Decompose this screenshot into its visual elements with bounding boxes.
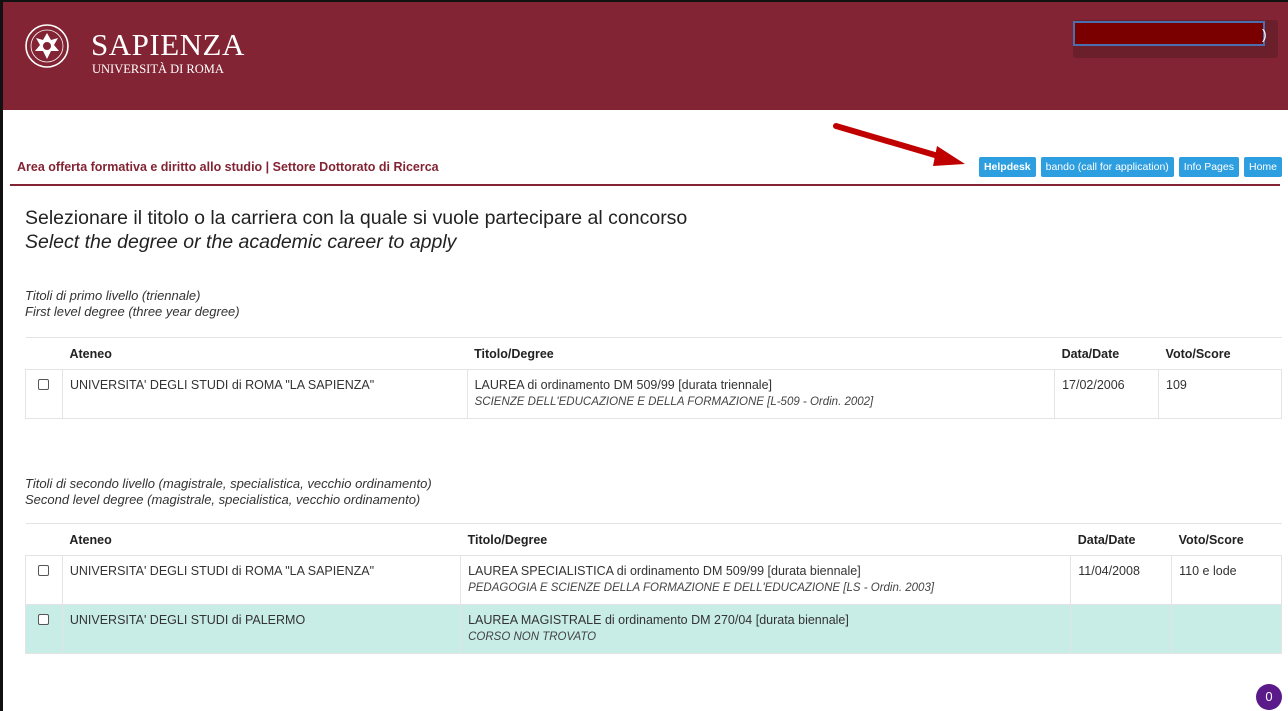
row-checkbox-cell <box>25 604 63 654</box>
second-level-table: Ateneo Titolo/Degree Data/Date Voto/Scor… <box>25 523 1282 654</box>
heading-english: Select the degree or the academic career… <box>25 231 457 253</box>
column-header-data: Data/Date <box>1054 337 1159 370</box>
degree-course: SCIENZE DELL'EDUCAZIONE E DELLA FORMAZIO… <box>474 396 874 408</box>
voto-cell: 109 <box>1158 369 1282 419</box>
table-row[interactable]: UNIVERSITA' DEGLI STUDI di ROMA "LA SAPI… <box>25 369 1282 419</box>
ateneo-cell: UNIVERSITA' DEGLI STUDI di ROMA "LA SAPI… <box>61 555 462 605</box>
row-checkbox[interactable] <box>38 614 50 625</box>
row-checkbox-cell <box>25 555 63 605</box>
column-header-voto: Voto/Score <box>1171 523 1282 556</box>
row-checkbox-cell <box>25 369 63 419</box>
user-menu-paren: ) <box>1262 26 1267 42</box>
second-level-title: Titoli di secondo livello (magistrale, s… <box>25 476 432 508</box>
page-heading: Selezionare il titolo o la carriera con … <box>25 206 687 254</box>
first-level-title-en: First level degree (three year degree) <box>25 304 240 319</box>
first-level-table: Ateneo Titolo/Degree Data/Date Voto/Scor… <box>25 337 1282 419</box>
sapienza-seal-logo[interactable] <box>25 24 69 68</box>
first-level-title-it: Titoli di primo livello (triennale) <box>25 288 201 303</box>
ateneo-cell: UNIVERSITA' DEGLI STUDI di ROMA "LA SAPI… <box>61 369 468 419</box>
first-level-title: Titoli di primo livello (triennale) Firs… <box>25 288 240 320</box>
ateneo-cell: UNIVERSITA' DEGLI STUDI di PALERMO <box>61 604 462 654</box>
row-checkbox[interactable] <box>38 379 50 390</box>
titolo-cell: LAUREA MAGISTRALE di ordinamento DM 270/… <box>460 604 1072 654</box>
column-header-titolo: Titolo/Degree <box>467 337 1055 370</box>
nav-buttons: Helpdesk bando (call for application) In… <box>978 157 1282 177</box>
degree-title: LAUREA MAGISTRALE di ordinamento DM 270/… <box>468 613 849 627</box>
helpdesk-button[interactable]: Helpdesk <box>978 157 1036 177</box>
column-header-data: Data/Date <box>1070 523 1172 556</box>
table-header-row: Ateneo Titolo/Degree Data/Date Voto/Scor… <box>25 523 1282 556</box>
checkbox-column-header <box>25 337 63 370</box>
table-row[interactable]: UNIVERSITA' DEGLI STUDI di ROMA "LA SAPI… <box>25 555 1282 605</box>
second-level-title-en: Second level degree (magistrale, special… <box>25 492 421 507</box>
bando-button[interactable]: bando (call for application) <box>1040 157 1174 177</box>
column-header-ateneo: Ateneo <box>62 523 461 556</box>
brand-subtitle: UNIVERSITÀ DI ROMA <box>92 62 224 76</box>
user-name-redacted <box>1073 21 1265 46</box>
data-cell <box>1070 604 1173 654</box>
voto-cell <box>1171 604 1282 654</box>
voto-cell: 110 e lode <box>1171 555 1282 605</box>
row-checkbox[interactable] <box>38 565 50 576</box>
heading-italian: Selezionare il titolo o la carriera con … <box>25 207 688 229</box>
column-header-ateneo: Ateneo <box>62 337 468 370</box>
second-level-title-it: Titoli di secondo livello (magistrale, s… <box>25 476 432 491</box>
titolo-cell: LAUREA SPECIALISTICA di ordinamento DM 5… <box>460 555 1072 605</box>
column-header-voto: Voto/Score <box>1158 337 1282 370</box>
brand-name: SAPIENZA <box>91 27 245 62</box>
degree-title: LAUREA di ordinamento DM 509/99 [durata … <box>474 378 773 392</box>
section-title: Area offerta formativa e diritto allo st… <box>17 160 439 174</box>
checkbox-column-header <box>25 523 63 556</box>
titolo-cell: LAUREA di ordinamento DM 509/99 [durata … <box>466 369 1056 419</box>
data-cell: 17/02/2006 <box>1054 369 1160 419</box>
degree-title: LAUREA SPECIALISTICA di ordinamento DM 5… <box>468 564 861 578</box>
degree-course: CORSO NON TROVATO <box>468 631 597 643</box>
degree-course: PEDAGOGIA E SCIENZE DELLA FORMAZIONE E D… <box>468 582 935 594</box>
column-header-titolo: Titolo/Degree <box>460 523 1071 556</box>
info-pages-button[interactable]: Info Pages <box>1178 157 1239 177</box>
data-cell: 11/04/2008 <box>1070 555 1173 605</box>
table-header-row: Ateneo Titolo/Degree Data/Date Voto/Scor… <box>25 337 1282 370</box>
home-button[interactable]: Home <box>1243 157 1282 177</box>
chat-badge[interactable]: 0 <box>1256 684 1282 710</box>
table-row[interactable]: UNIVERSITA' DEGLI STUDI di PALERMO LAURE… <box>25 604 1282 654</box>
